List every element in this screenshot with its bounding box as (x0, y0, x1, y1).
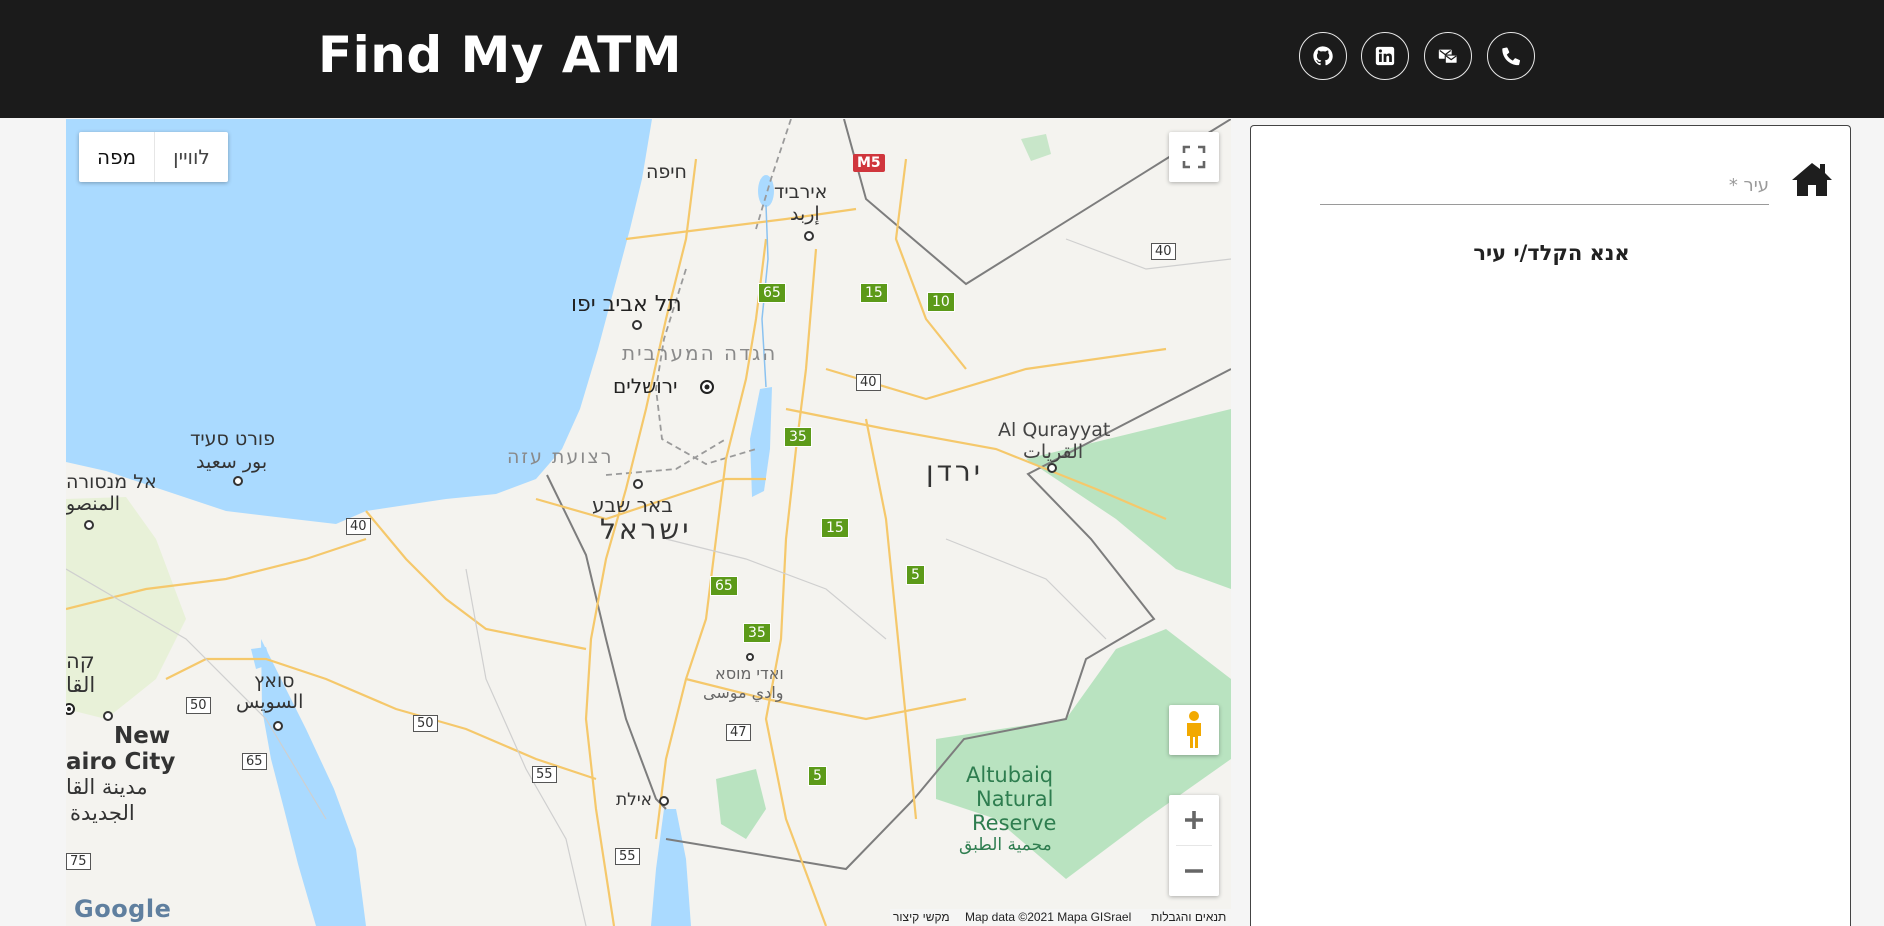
map-label-wadi-musa-ar: وادي موسى (703, 683, 784, 702)
road-shield: 5 (906, 565, 925, 585)
map-label-jordan: ירדן (926, 455, 983, 488)
road-shield: 50 (413, 715, 438, 732)
map-label-mansoura: אל מנסורה (66, 471, 157, 493)
map-label-tel-aviv: תל אביב יפו (571, 292, 682, 317)
map-label-altubaiq-ar: محمية الطبق (959, 835, 1052, 855)
map-label-altubaiq-2: Natural (976, 787, 1054, 811)
phone-icon (1502, 47, 1521, 66)
road-shield: 47 (726, 724, 751, 741)
road-shield: 15 (821, 518, 849, 538)
github-button[interactable] (1299, 32, 1347, 80)
mail-button[interactable] (1424, 32, 1472, 80)
road-shield: 50 (186, 697, 211, 714)
header-bar: Find My ATM (0, 0, 1884, 118)
street-view-pegman[interactable] (1169, 705, 1219, 755)
fullscreen-icon (1182, 145, 1206, 169)
mail-icon (1438, 49, 1458, 64)
map-label-new-cairo-ar2: الجديدة (70, 801, 135, 825)
map-label-cairo-ar: القا (66, 673, 96, 697)
fullscreen-button[interactable] (1169, 132, 1219, 182)
github-icon (1313, 46, 1333, 66)
map-label-altubaiq: Altubaiq (966, 763, 1054, 787)
road-shield: 40 (1151, 243, 1176, 260)
keyboard-shortcuts-link[interactable]: מקשי קיצור (893, 910, 950, 924)
road-shield: 35 (743, 623, 771, 643)
map-label-new-cairo: New (114, 723, 171, 749)
map-type-control: מפה לוויין (79, 132, 228, 182)
road-shield: 5 (808, 766, 827, 786)
map-label-new-cairo-2: airo City (66, 749, 176, 775)
type-city-message: אנא הקלד/י עיר (1473, 241, 1630, 265)
map-label-suez: סואץ (254, 670, 295, 692)
linkedin-button[interactable] (1361, 32, 1409, 80)
home-button[interactable] (1791, 161, 1833, 202)
road-shield: 40 (856, 374, 881, 391)
map-label-eilat: אילת (616, 790, 653, 810)
road-shield-m5: M5 (853, 154, 885, 172)
map-label-al-qurayyat-ar: القريات (1023, 441, 1084, 463)
minus-icon (1185, 869, 1203, 873)
road-shield: 15 (860, 283, 888, 303)
map-type-satellite-button[interactable]: לוויין (154, 132, 228, 182)
city-field (1320, 166, 1769, 205)
phone-button[interactable] (1487, 32, 1535, 80)
map-type-map-button[interactable]: מפה (79, 132, 154, 182)
linkedin-icon (1375, 46, 1395, 66)
road-shield: 55 (532, 766, 557, 783)
road-shield: 75 (66, 853, 91, 870)
zoom-out-button[interactable] (1169, 846, 1219, 896)
road-shield: 55 (615, 848, 640, 865)
map-label-irbid-ar: إربد (790, 203, 820, 225)
map-label-jerusalem: ירושלים (613, 374, 678, 398)
map-label-port-said-ar: بور سعيد (196, 451, 268, 473)
road-shield: 65 (242, 753, 267, 770)
map-label-suez-ar: السويس (236, 691, 304, 713)
app-title: Find My ATM (318, 26, 683, 84)
home-icon (1792, 163, 1832, 196)
search-panel: אנא הקלד/י עיר (1250, 125, 1851, 926)
road-shield: 65 (758, 283, 786, 303)
plus-icon (1185, 811, 1203, 829)
map-label-haifa: חיפה (646, 161, 687, 183)
map-label-altubaiq-3: Reserve (972, 811, 1057, 835)
zoom-control (1169, 795, 1219, 896)
map-data-attribution: Map data ©2021 Mapa GISrael (965, 910, 1132, 924)
road-shield: 10 (927, 292, 955, 312)
map-label-irbid: אירביד (774, 181, 828, 203)
road-shield: 65 (710, 576, 738, 596)
map-label-al-qurayyat: Al Qurayyat (998, 419, 1111, 441)
map-label-wadi-musa: ואדי מוסא (715, 664, 784, 683)
map-label-port-said: פורט סעיד (190, 428, 275, 450)
map-label-mansoura-ar: المنصو (66, 493, 121, 515)
map-label-israel: ישראל (600, 513, 692, 546)
road-shield: 35 (784, 427, 812, 447)
map-label-new-cairo-ar: مدينة القا (66, 775, 148, 799)
road-shield: 40 (346, 518, 371, 535)
terms-link[interactable]: תנאים והגבלות (1151, 910, 1226, 924)
map-label-cairo: קה (66, 649, 95, 673)
map-label-west-bank: הגדה המערבית (622, 341, 778, 365)
city-input[interactable] (1320, 166, 1769, 204)
pegman-icon (1187, 711, 1201, 748)
zoom-in-button[interactable] (1169, 795, 1219, 845)
map-view[interactable]: חיפה אירביד إربد תל אביב יפו הגדה המערבי… (66, 119, 1231, 926)
map-label-gaza: רצועת עזה (507, 446, 614, 468)
map-footer: מקשי קיצור Map data ©2021 Mapa GISrael ת… (66, 909, 1231, 926)
